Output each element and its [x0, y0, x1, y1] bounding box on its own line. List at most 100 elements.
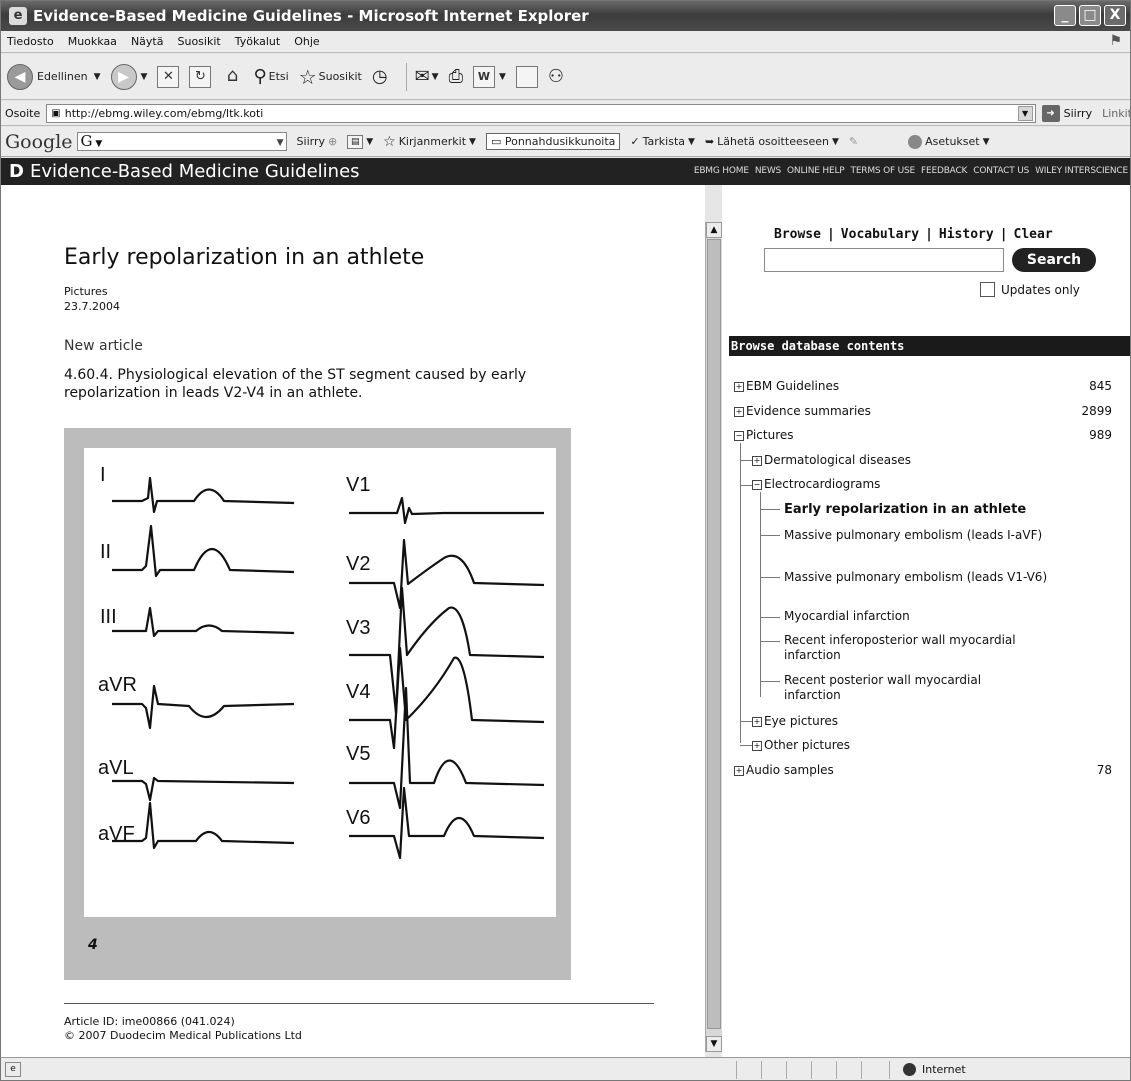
- expand-plus-icon[interactable]: +: [734, 407, 744, 417]
- address-input[interactable]: ▣ http://ebmg.wiley.com/ebmg/ltk.koti ▼: [46, 103, 1036, 123]
- window-title: Evidence-Based Medicine Guidelines - Mic…: [33, 7, 589, 25]
- tree-dermatological-diseases[interactable]: + Dermatological diseases: [752, 453, 911, 467]
- status-divider: [761, 1061, 762, 1079]
- google-search-input[interactable]: G ▼ ▼: [76, 132, 287, 152]
- count-ebm-guidelines: 845: [1089, 379, 1112, 393]
- popup-blocker-button[interactable]: ▭ Ponnahdusikkunoita: [485, 133, 621, 150]
- minimize-button[interactable]: _: [1054, 5, 1076, 26]
- ecg-trace-V5: [349, 686, 545, 810]
- discuss-button[interactable]: [515, 65, 538, 88]
- tree-eye-pictures[interactable]: + Eye pictures: [752, 714, 838, 728]
- discuss-icon: [515, 65, 538, 88]
- bookmarks-button[interactable]: ☆ Kirjanmerkit ▼: [383, 134, 476, 150]
- spellcheck-icon: ✓: [630, 135, 640, 148]
- page-icon: ▣: [51, 107, 61, 119]
- address-dropdown-icon[interactable]: ▼: [1017, 105, 1033, 121]
- send-to-button[interactable]: ➥ Lähetä osoitteeseen ▼: [705, 135, 839, 148]
- menu-favorites[interactable]: Suosikit: [177, 35, 220, 48]
- menu-view[interactable]: Näytä: [131, 35, 164, 48]
- messenger-button[interactable]: ⚇: [548, 66, 564, 87]
- lead-label-III: III: [100, 606, 117, 628]
- vertical-scrollbar[interactable]: ▲ ▼: [705, 222, 722, 1052]
- menu-help[interactable]: Ohje: [294, 35, 319, 48]
- nav-terms-of-use[interactable]: TERMS OF USE: [851, 166, 916, 176]
- ebmg-logo[interactable]: D: [9, 161, 24, 182]
- home-button[interactable]: ⌂: [221, 65, 243, 88]
- tree-item-inferoposterior-mi[interactable]: Recent inferoposterior wall myocardial i…: [784, 633, 1064, 663]
- google-options-button[interactable]: ▤ ▼: [347, 134, 373, 149]
- tree-electrocardiograms[interactable]: − Electrocardiograms: [752, 477, 880, 491]
- close-button[interactable]: X: [1104, 5, 1126, 26]
- scroll-down-icon[interactable]: ▼: [706, 1036, 722, 1052]
- lead-label-aVF: aVF: [98, 823, 135, 845]
- tree-pictures[interactable]: − Pictures: [734, 428, 794, 442]
- scroll-thumb[interactable]: [707, 239, 721, 1029]
- go-button[interactable]: ➜ Siirry: [1041, 104, 1093, 122]
- tree-audio-samples[interactable]: + Audio samples: [734, 763, 834, 777]
- expand-plus-icon[interactable]: +: [752, 456, 762, 466]
- word-icon: W: [472, 65, 495, 88]
- ecg-trace-V1: [349, 496, 544, 525]
- back-arrow-icon: ◀: [7, 63, 33, 90]
- expand-plus-icon[interactable]: +: [752, 741, 762, 751]
- ecg-trace-V2: [349, 538, 545, 610]
- maximize-button[interactable]: □: [1079, 5, 1101, 26]
- print-button[interactable]: ⎙: [449, 66, 463, 87]
- spellcheck-button[interactable]: ✓ Tarkista ▼: [630, 135, 695, 148]
- expand-plus-icon[interactable]: +: [734, 766, 744, 776]
- tree-item-pe-chest-leads[interactable]: Massive pulmonary embolism (leads V1-V6): [784, 570, 1064, 585]
- address-url: http://ebmg.wiley.com/ebmg/ltk.koti: [64, 106, 264, 120]
- nav-wiley-interscience[interactable]: WILEY INTERSCIENCE: [1035, 166, 1128, 176]
- links-button[interactable]: Linkit: [1102, 107, 1130, 120]
- tree-item-myocardial-infarction[interactable]: Myocardial infarction: [784, 609, 1074, 624]
- nav-feedback[interactable]: FEEDBACK: [921, 166, 967, 176]
- tree-other-pictures[interactable]: + Other pictures: [752, 738, 850, 752]
- article-id: Article ID: ime00866 (041.024): [64, 1015, 235, 1028]
- collapse-minus-icon[interactable]: −: [734, 431, 744, 441]
- google-dropdown-icon[interactable]: ▼: [277, 135, 284, 152]
- expand-plus-icon[interactable]: +: [734, 382, 744, 392]
- nav-online-help[interactable]: ONLINE HELP: [787, 166, 845, 176]
- menu-edit[interactable]: Muokkaa: [68, 35, 117, 48]
- status-divider: [736, 1061, 737, 1079]
- collapse-minus-icon[interactable]: −: [752, 480, 762, 490]
- expand-plus-icon[interactable]: +: [752, 717, 762, 727]
- tree-item-current[interactable]: Early repolarization in an athlete: [784, 502, 1074, 517]
- tree-ebm-guidelines[interactable]: + EBM Guidelines: [734, 379, 839, 393]
- menu-tools[interactable]: Työkalut: [235, 35, 281, 48]
- favorites-button[interactable]: ☆ Suosikit: [299, 65, 362, 89]
- tree-line: [760, 577, 780, 578]
- scroll-up-icon[interactable]: ▲: [706, 222, 722, 238]
- mail-button[interactable]: ✉ ▼: [415, 66, 439, 87]
- nav-contact-us[interactable]: CONTACT US: [973, 166, 1029, 176]
- highlight-button[interactable]: ✎: [849, 135, 858, 148]
- back-button[interactable]: ◀ Edellinen ▼: [7, 63, 101, 90]
- go-label: Siirry: [1063, 106, 1093, 120]
- stop-button[interactable]: ✕: [157, 65, 180, 88]
- back-dropdown-icon[interactable]: ▼: [94, 72, 101, 82]
- tree-evidence-summaries[interactable]: + Evidence summaries: [734, 404, 871, 418]
- menu-file[interactable]: Tiedosto: [7, 35, 54, 48]
- globe-icon: [903, 1063, 916, 1076]
- send-label: Lähetä osoitteeseen: [717, 135, 829, 148]
- forward-dropdown-icon[interactable]: ▼: [141, 72, 148, 82]
- history-button[interactable]: ◷: [372, 66, 388, 87]
- lead-label-I: I: [100, 464, 106, 486]
- tree-item-posterior-mi[interactable]: Recent posterior wall myocardial infarct…: [784, 673, 1024, 703]
- google-go-button[interactable]: Siirry ⊕: [297, 135, 338, 148]
- security-zone[interactable]: Internet: [903, 1063, 966, 1076]
- refresh-button[interactable]: ↻: [189, 65, 212, 88]
- nav-news[interactable]: NEWS: [755, 166, 781, 176]
- forward-button[interactable]: ▶ ▼: [110, 63, 148, 90]
- ecg-trace-I: [112, 476, 295, 514]
- google-settings-button[interactable]: Asetukset ▼: [908, 134, 990, 149]
- tree-label: Audio samples: [746, 763, 834, 777]
- send-icon: ➥: [704, 135, 715, 148]
- google-go-label: Siirry: [296, 135, 326, 148]
- forward-arrow-icon: ▶: [110, 63, 137, 90]
- highlighter-icon: ✎: [848, 135, 859, 148]
- search-button[interactable]: ⚲ Etsi: [253, 66, 288, 87]
- tree-item-pe-limb-leads[interactable]: Massive pulmonary embolism (leads I-aVF): [784, 528, 1064, 543]
- nav-ebmg-home[interactable]: EBMG HOME: [694, 166, 749, 176]
- word-button[interactable]: W ▼: [472, 65, 506, 88]
